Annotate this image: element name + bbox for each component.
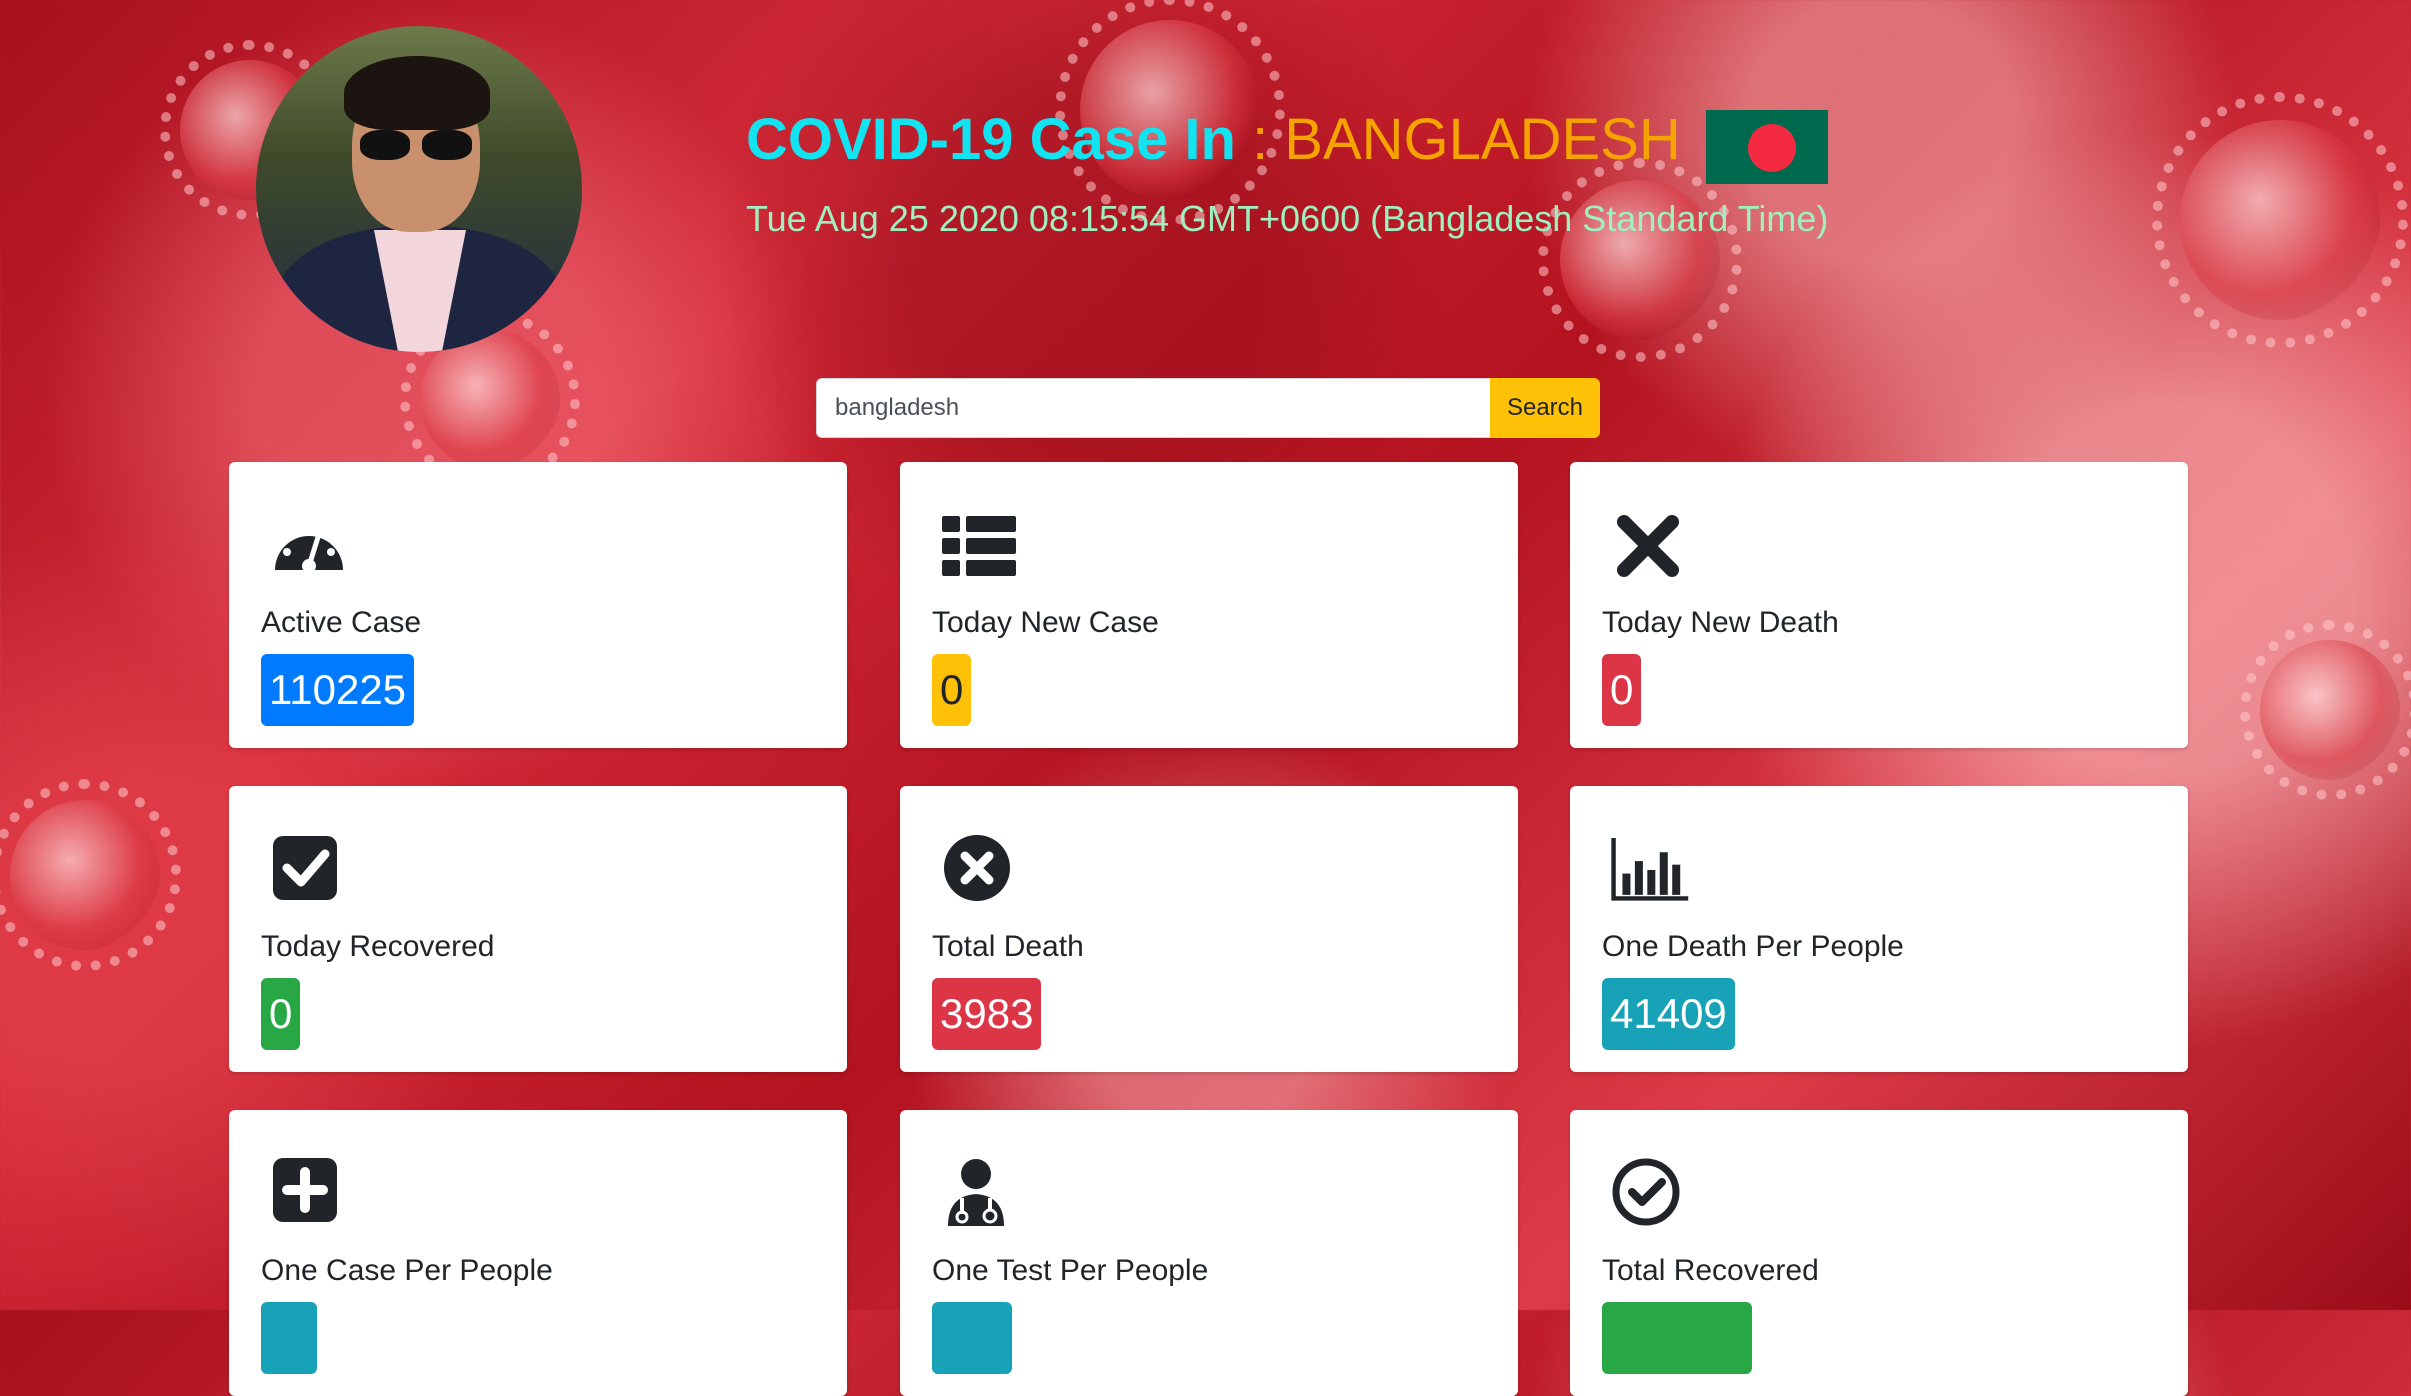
card-value-badge: 0 [1602,654,1642,726]
country-name: BANGLADESH [1284,107,1681,172]
card-label: Total Recovered [1602,1254,1819,1287]
x-mark-icon [1617,515,1679,577]
check-square-icon [273,836,337,900]
card-value-badge: 3983 [932,978,1042,1050]
card-label: Total Death [932,930,1084,963]
virus-decoration [0,779,181,971]
page-title: COVID-19 Case In : BANGLADESH [746,106,1681,173]
card-active-case: Active Case 110225 [229,462,847,748]
card-value-badge [1602,1302,1752,1374]
card-value-badge: 0 [932,654,972,726]
plus-square-icon [273,1158,337,1222]
card-label: Today Recovered [261,930,495,963]
card-one-test-per-people: One Test Per People [900,1110,1518,1396]
card-one-death-per-people: One Death Per People 41409 [1570,786,2188,1072]
card-label: One Death Per People [1602,930,1904,963]
card-label: One Case Per People [261,1254,553,1287]
card-total-recovered: Total Recovered [1570,1110,2188,1396]
card-label: Active Case [261,606,422,639]
card-label: Today New Case [932,606,1159,639]
card-today-recovered: Today Recovered 0 [229,786,847,1072]
card-value-badge: 41409 [1602,978,1735,1050]
virus-decoration [2240,620,2411,800]
virus-decoration [2152,92,2408,348]
card-label: One Test Per People [932,1254,1209,1287]
user-doctor-icon [948,1159,1004,1226]
title-prefix: COVID-19 Case In [746,107,1236,172]
card-value-badge: 0 [261,978,301,1050]
card-value-badge [261,1302,317,1374]
times-circle-icon [944,835,1010,901]
bangladesh-flag-icon [1706,110,1828,184]
card-one-case-per-people: One Case Per People [229,1110,847,1396]
title-separator: : [1235,107,1285,172]
card-total-death: Total Death 3983 [900,786,1518,1072]
search-input[interactable] [816,378,1490,438]
bar-chart-icon [1611,838,1689,901]
card-value-badge [932,1302,1012,1374]
list-icon [942,516,1016,576]
tachometer-icon [275,522,343,573]
search-button[interactable]: Search [1490,378,1600,438]
profile-avatar [256,26,582,352]
card-value-badge: 110225 [261,654,415,726]
card-today-new-death: Today New Death 0 [1570,462,2188,748]
search-bar: Search [816,378,1600,438]
card-label: Today New Death [1602,606,1839,639]
card-today-new-case: Today New Case 0 [900,462,1518,748]
current-datetime: Tue Aug 25 2020 08:15:54 GMT+0600 (Bangl… [746,198,1829,239]
check-circle-icon [1612,1158,1680,1226]
